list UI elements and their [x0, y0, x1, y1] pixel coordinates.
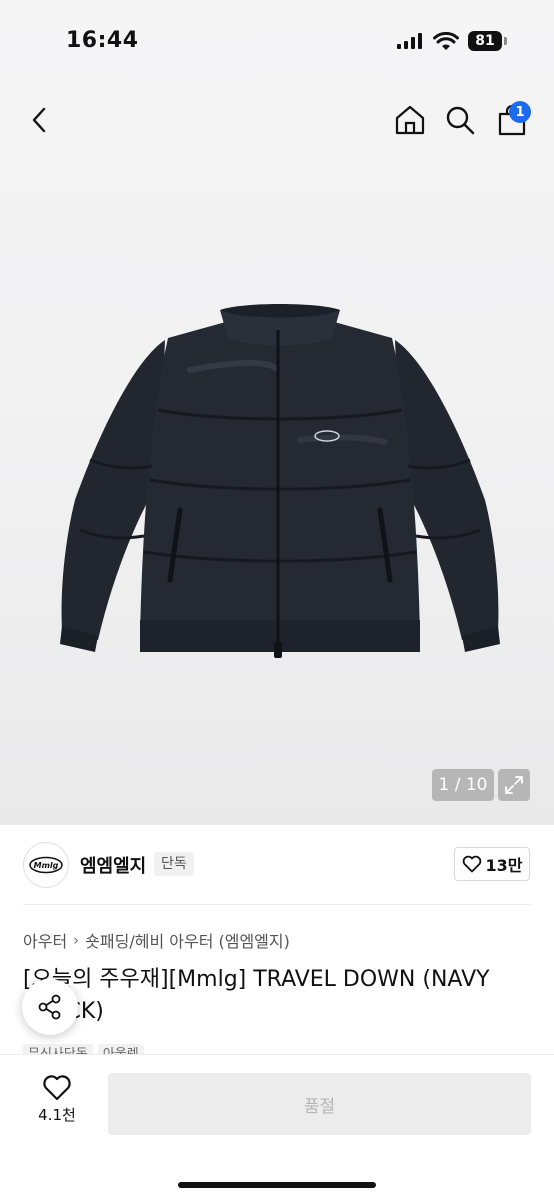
search-button[interactable]	[442, 102, 478, 138]
brand-logo-text: Mmlg	[34, 861, 59, 870]
heart-icon	[462, 855, 481, 873]
purchase-button[interactable]: 품절	[108, 1073, 531, 1135]
back-icon	[32, 107, 46, 133]
wishlist-count: 4.1천	[38, 1106, 76, 1124]
home-icon	[395, 105, 425, 135]
product-image	[60, 304, 500, 658]
status-time: 16:44	[66, 28, 139, 53]
share-icon	[38, 994, 61, 1020]
wifi-icon	[433, 31, 459, 50]
wishlist-button[interactable]: 4.1천	[30, 1074, 84, 1125]
exclusive-badge: 단독	[154, 852, 194, 876]
home-indicator	[178, 1182, 376, 1188]
expand-icon	[505, 776, 523, 794]
cart-badge: 1	[509, 101, 531, 123]
image-counter: 1 / 10	[432, 769, 494, 801]
expand-button[interactable]	[498, 769, 530, 801]
breadcrumb-category[interactable]: 아우터	[23, 928, 67, 952]
breadcrumb-subcategory[interactable]: 숏패딩/헤비 아우터 (엠엠엘지)	[85, 928, 290, 952]
search-icon	[446, 106, 475, 135]
share-button[interactable]	[22, 979, 78, 1035]
battery-level: 81	[468, 31, 502, 51]
chevron-right-icon: ›	[73, 931, 80, 949]
brand-like-count: 13만	[485, 856, 523, 875]
product-title: [오늘의 주우재][Mmlg] TRAVEL DOWN (NAVY BLACK)	[23, 967, 490, 1024]
battery-icon: 81	[468, 31, 508, 51]
brand-logo-mark: Mmlg	[29, 856, 63, 874]
brand-logo[interactable]: Mmlg	[23, 842, 69, 888]
brand-like-button[interactable]: 13만	[454, 847, 530, 881]
signal-icon	[397, 33, 422, 49]
heart-icon	[43, 1075, 71, 1101]
breadcrumb: 아우터 › 숏패딩/헤비 아우터 (엠엠엘지)	[23, 928, 290, 952]
back-button[interactable]	[22, 102, 58, 138]
home-button[interactable]	[392, 102, 428, 138]
brand-name[interactable]: 엠엠엘지	[80, 852, 146, 878]
divider	[23, 904, 531, 905]
